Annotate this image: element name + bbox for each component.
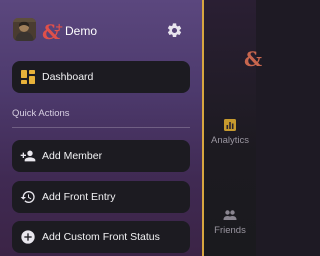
nav-label-friends: Friends	[214, 225, 246, 236]
nav-label-analytics: Analytics	[210, 135, 249, 146]
navigation-drawer: & + Demo Dashboard Quick Actions Add Mem…	[0, 0, 202, 256]
nav-item-analytics[interactable]: Analytics	[204, 118, 256, 146]
dashboard-icon	[21, 70, 35, 84]
add-custom-front-status-label: Add Custom Front Status	[42, 231, 160, 243]
nav-item-friends[interactable]: Friends	[204, 208, 256, 236]
drawer-edge-accent	[202, 0, 204, 256]
divider	[12, 127, 190, 128]
add-member-button[interactable]: Add Member	[12, 140, 190, 172]
drawer-header: & + Demo	[0, 0, 202, 58]
analytics-icon	[224, 119, 236, 131]
gear-icon[interactable]	[166, 22, 183, 39]
add-member-label: Add Member	[42, 150, 103, 162]
add-circle-icon	[21, 230, 35, 244]
avatar[interactable]	[13, 18, 36, 41]
add-front-entry-label: Add Front Entry	[42, 191, 116, 203]
avatar-image	[13, 18, 36, 41]
dashboard-button[interactable]: Dashboard	[12, 61, 190, 93]
dashboard-label: Dashboard	[42, 71, 94, 83]
app-logo-icon: & +	[42, 20, 63, 42]
section-title-quick-actions: Quick Actions	[12, 108, 70, 119]
people-icon	[223, 210, 237, 220]
background-logo-icon: &	[244, 47, 263, 71]
person-add-icon	[20, 150, 36, 162]
add-front-entry-button[interactable]: Add Front Entry	[12, 181, 190, 213]
svg-text:+: +	[55, 22, 63, 33]
app-name: Demo	[65, 24, 98, 38]
history-icon	[20, 191, 35, 203]
add-custom-front-status-button[interactable]: Add Custom Front Status	[12, 221, 190, 253]
